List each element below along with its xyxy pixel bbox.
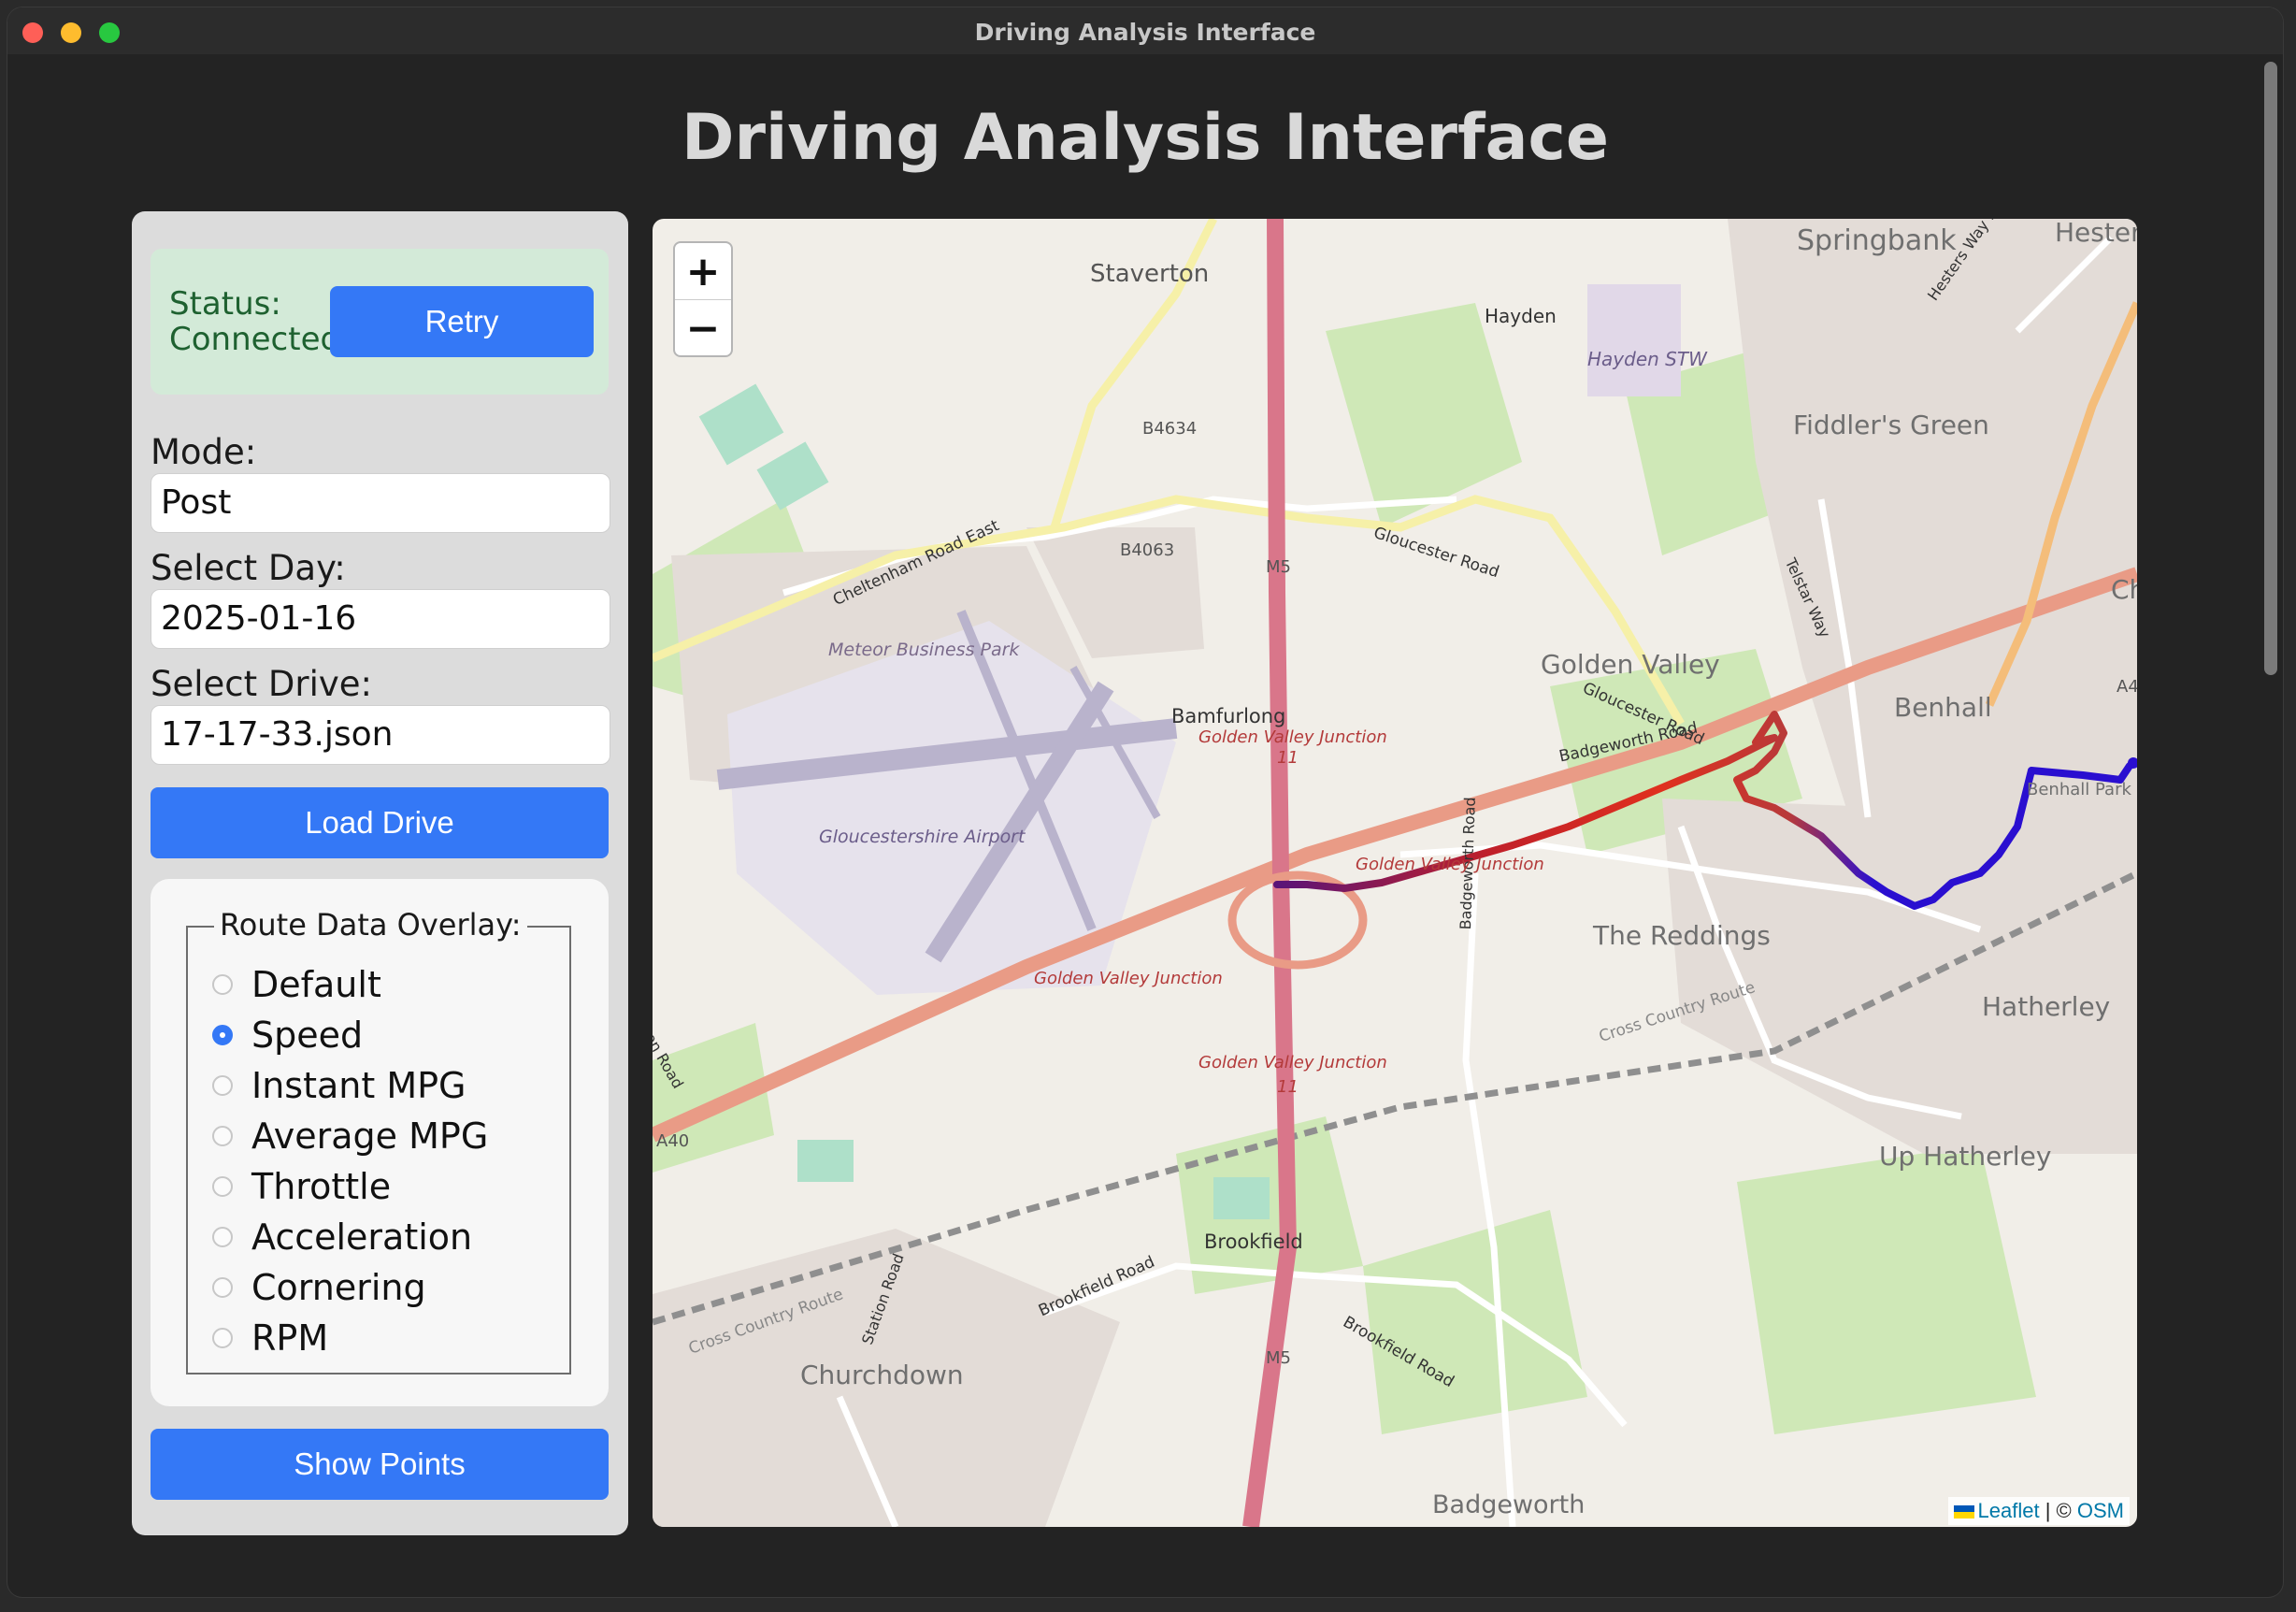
radio-label: Throttle [251,1166,392,1207]
map[interactable]: Springbank Staverton Hayden Hayden STW Fiddl… [653,219,2137,1527]
place-label: Benhall Park [2027,780,2131,799]
overlay-option-cornering[interactable]: Cornering [212,1264,426,1311]
window-title: Driving Analysis Interface [974,19,1316,46]
radio-label: Average MPG [251,1115,489,1157]
ukraine-flag-icon [1953,1505,1974,1519]
drive-label: Select Drive: [151,664,373,704]
radio-button[interactable] [212,1126,233,1146]
place-label: Up Hatherley [1879,1141,2052,1172]
junction-label: Golden Valley Junction [1198,727,1387,747]
sewage-works [1587,284,1681,396]
place-label: Springbank [1797,224,1957,257]
junction-label: 11 [1277,1077,1299,1097]
overlay-legend: Route Data Overlay: [214,907,527,943]
zoom-out-button[interactable]: − [675,299,731,356]
junction-label: Golden Valley Junction [1034,969,1223,988]
radio-button[interactable] [212,974,233,995]
place-label: Brookfield [1204,1231,1303,1253]
road-label: A4 [2117,677,2137,697]
road-label: A40 [656,1131,690,1151]
zoom-in-button[interactable]: + [675,243,731,299]
road-label: M5 [1266,557,1291,577]
radio-label: Cornering [251,1267,426,1308]
drive-select[interactable]: 17-17-33.json [151,705,610,765]
place-label: Meteor Business Park [828,640,1020,660]
place-label: Golden Valley [1541,649,1720,680]
overlay-option-average-mpg[interactable]: Average MPG [212,1113,488,1159]
load-drive-button[interactable]: Load Drive [151,787,609,858]
place-label: Fiddler's Green [1793,410,1989,440]
leaflet-link[interactable]: Leaflet [1978,1499,2040,1522]
junction-label: Golden Valley Junction [1198,1053,1387,1072]
status-label: Status: [169,285,281,323]
place-label: Hayden [1485,305,1557,327]
place-label: The Reddings [1593,920,1771,951]
place-label: Hester [2055,219,2137,248]
radio-button[interactable] [212,1176,233,1197]
day-label: Select Day: [151,548,346,588]
radio-button[interactable] [212,1025,233,1045]
page-title: Driving Analysis Interface [682,101,1609,175]
control-panel: Status: Connected Retry Mode: Post Selec… [132,211,628,1535]
status-value: Connected [169,321,341,358]
junction-label: Golden Valley Junction [1356,855,1544,874]
radio-label: Acceleration [251,1216,473,1258]
place-label: Gloucestershire Airport [819,827,1026,847]
radio-button[interactable] [212,1227,233,1247]
place-label: Badgeworth [1432,1490,1586,1519]
place-label: Bamfurlong [1171,705,1286,727]
road-label: M5 [1266,1348,1291,1368]
radio-label: Default [251,964,381,1005]
radio-label: Instant MPG [251,1065,466,1106]
attribution-separator: | © [2045,1499,2072,1522]
radio-button[interactable] [212,1075,233,1096]
overlay-option-rpm[interactable]: RPM [212,1315,328,1361]
road-label: Cheltenham [2111,574,2137,605]
overlay-option-default[interactable]: Default [212,961,381,1008]
radio-button[interactable] [212,1277,233,1298]
overlay-option-throttle[interactable]: Throttle [212,1163,391,1210]
mode-label: Mode: [151,432,257,472]
overlay-option-instant-mpg[interactable]: Instant MPG [212,1062,466,1109]
day-select[interactable]: 2025-01-16 [151,589,610,649]
place-label: Hayden STW [1587,348,1707,370]
overlay-option-acceleration[interactable]: Acceleration [212,1214,472,1260]
mode-select[interactable]: Post [151,473,610,533]
road-label: B4634 [1142,419,1198,439]
overlay-card: Route Data Overlay: Default Speed Instant … [151,879,609,1406]
place-label: Staverton [1090,260,1210,288]
status-box: Status: Connected Retry [151,249,609,395]
zoom-control: + − [673,241,733,357]
title-bar: Driving Analysis Interface [7,7,2283,54]
junction-label: 11 [1277,748,1299,768]
place-label: Churchdown [800,1360,964,1390]
show-points-button[interactable]: Show Points [151,1429,609,1500]
road-label: B4063 [1120,540,1175,560]
map-attribution: Leaflet | © OSM [1947,1497,2130,1525]
radio-label: RPM [251,1317,329,1359]
radio-button[interactable] [212,1328,233,1348]
retry-button[interactable]: Retry [330,286,594,357]
place-label: Hatherley [1982,991,2111,1022]
status-text: Status: Connected [169,285,341,358]
overlay-option-speed[interactable]: Speed [212,1012,363,1058]
radio-label: Speed [251,1015,364,1056]
osm-link[interactable]: OSM [2077,1499,2124,1522]
place-label: Benhall [1894,692,1992,723]
app-window: Driving Analysis Interface Driving Analy… [7,7,2283,1597]
